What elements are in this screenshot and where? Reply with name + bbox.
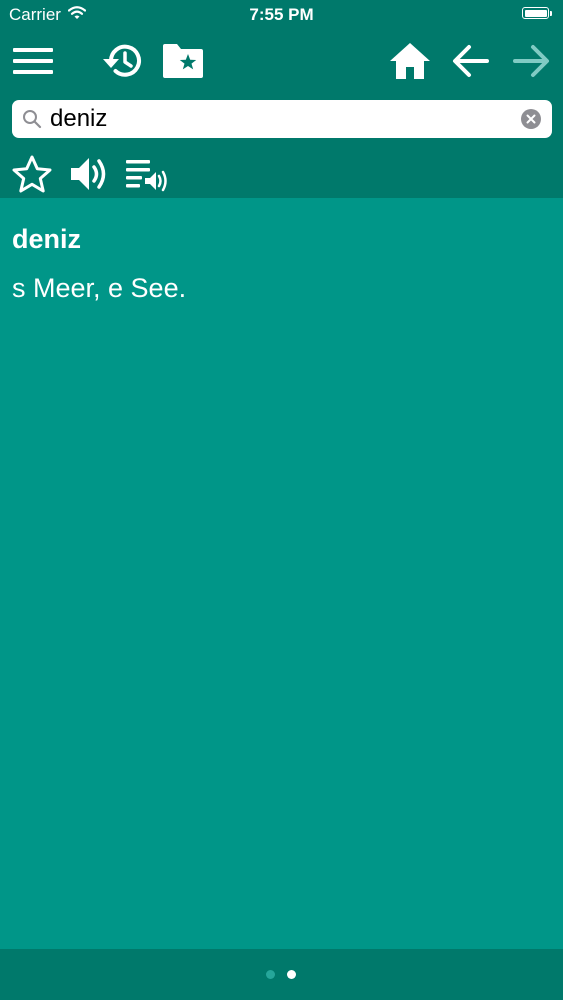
search-icon [22,109,42,134]
home-button[interactable] [387,38,433,84]
battery-icon [522,7,552,19]
entry-content: deniz s Meer, e See. [12,220,551,304]
favorite-button[interactable] [10,152,54,196]
bookmarks-button[interactable] [160,38,206,84]
forward-button[interactable] [508,38,554,84]
status-time: 7:55 PM [249,5,314,24]
history-button[interactable] [99,38,145,84]
speak-button[interactable] [66,152,114,196]
page-indicator-bar [0,949,563,1000]
speak-list-icon [126,160,167,192]
home-icon [390,43,430,79]
back-arrow-icon [453,45,489,77]
back-button[interactable] [448,38,494,84]
search-input[interactable] [50,104,520,134]
menu-button[interactable] [10,38,56,84]
star-icon [12,155,52,193]
forward-arrow-icon [513,45,549,77]
speaker-icon [71,158,106,190]
close-icon [526,114,536,124]
clear-search-button[interactable] [521,109,541,129]
speak-list-button[interactable] [122,152,172,196]
status-bar: Carrier 7:55 PM [0,0,563,30]
search-box [12,100,552,138]
bookmark-folder-icon [163,44,203,78]
menu-icon [13,48,53,74]
history-icon [103,44,141,77]
page-dot-2-active[interactable] [287,970,296,979]
entry-definition: s Meer, e See. [12,273,187,303]
top-bar: Carrier 7:55 PM [0,0,563,198]
page-dot-1[interactable] [266,970,275,979]
entry-word: deniz [12,224,82,254]
